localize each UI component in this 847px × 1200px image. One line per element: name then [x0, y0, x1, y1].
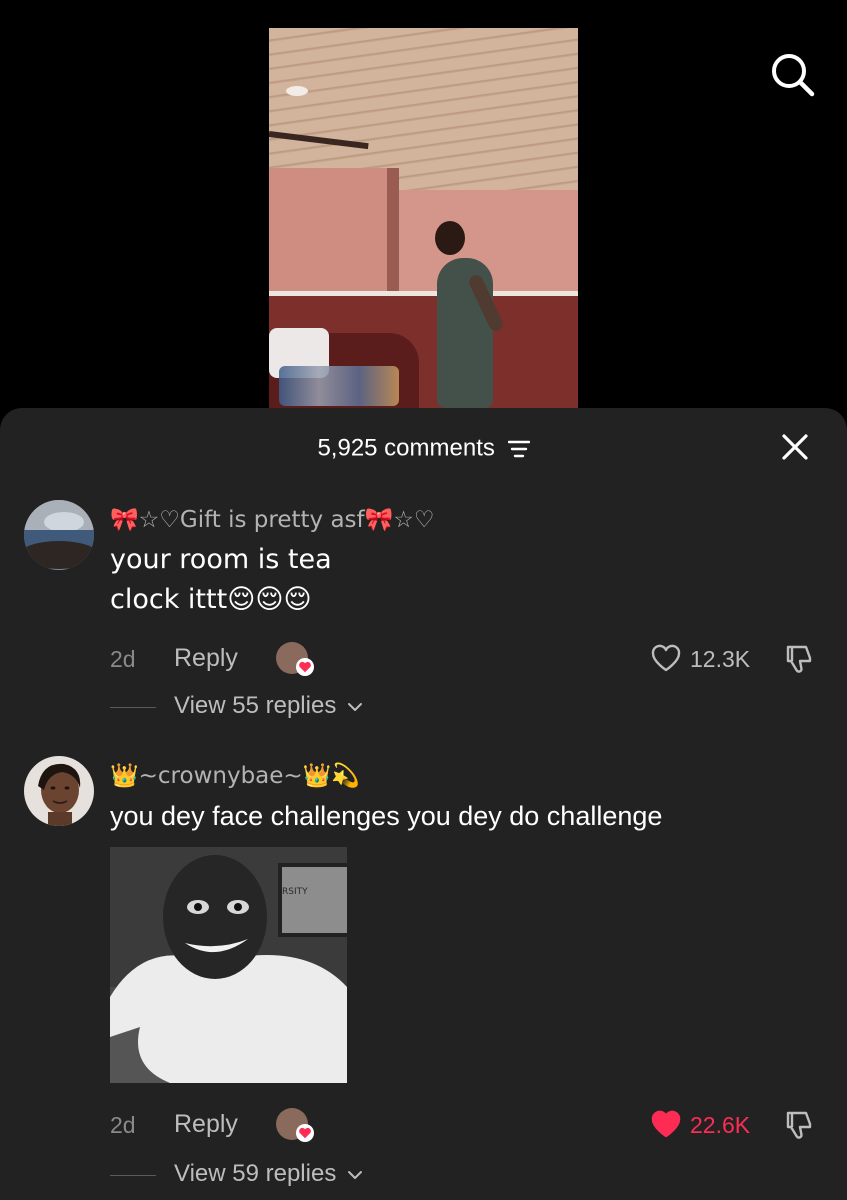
close-icon	[782, 434, 808, 460]
gif-image: RSITY	[110, 847, 347, 1083]
creator-heart-icon	[296, 1124, 314, 1142]
view-replies-button[interactable]: View 59 replies	[110, 1158, 510, 1192]
heart-icon	[651, 644, 681, 672]
view-replies-label: View 55 replies	[174, 692, 337, 719]
person-head	[435, 221, 465, 255]
comment-text: you dey face challenges you dey do chall…	[110, 801, 663, 831]
avatar-image	[24, 756, 94, 826]
like-count: 22.6K	[690, 1112, 751, 1138]
view-replies-button[interactable]: View 55 replies	[110, 690, 510, 724]
comment-time: 2d	[110, 1112, 136, 1138]
search-button[interactable]	[768, 50, 816, 98]
doorway	[387, 168, 399, 298]
comment-meta-row: 2d Reply 22.6K	[110, 1106, 820, 1146]
reply-button[interactable]: Reply	[174, 1110, 238, 1139]
like-button[interactable]: 12.3K	[650, 642, 762, 676]
chevron-down-icon	[348, 1170, 362, 1179]
comment-username[interactable]: 🎀☆♡Gift is pretty asf🎀☆♡	[110, 506, 435, 533]
comment-gif[interactable]: RSITY	[110, 847, 347, 1083]
clutter	[279, 366, 399, 406]
comment-time: 2d	[110, 646, 136, 672]
thumbs-down-icon[interactable]	[782, 1108, 816, 1142]
ceiling-light	[286, 86, 308, 96]
filter-icon[interactable]	[507, 439, 530, 459]
thumbs-down-icon[interactable]	[782, 642, 816, 676]
comments-count: 5,925 comments	[317, 434, 495, 462]
comment-username[interactable]: 👑~crownybae~👑💫	[110, 762, 360, 789]
comments-sheet: 5,925 comments 🎀☆♡Gift is pretty asf🎀☆♡ …	[0, 408, 847, 1200]
close-button[interactable]	[778, 430, 812, 464]
wall	[269, 168, 389, 308]
comments-header: 5,925 comments	[0, 432, 847, 465]
reply-button[interactable]: Reply	[174, 644, 238, 673]
video-preview[interactable]	[269, 28, 578, 408]
like-button[interactable]: 22.6K	[650, 1108, 762, 1142]
heart-icon	[651, 1110, 681, 1138]
search-icon	[772, 54, 815, 97]
creator-heart-icon	[296, 658, 314, 676]
divider	[110, 707, 156, 708]
chevron-down-icon	[348, 702, 362, 711]
avatar[interactable]	[24, 500, 94, 570]
gif-watermark: RSITY	[282, 887, 308, 897]
comment-meta-row: 2d Reply 12.3K	[110, 640, 820, 680]
view-replies-label: View 59 replies	[174, 1160, 337, 1187]
comment-text: your room is tea	[110, 544, 332, 575]
avatar[interactable]	[24, 756, 94, 826]
comment-text: clock ittt😌😌😌	[110, 584, 312, 615]
person-body	[437, 258, 493, 408]
like-count: 12.3K	[690, 646, 751, 672]
divider	[110, 1175, 156, 1176]
avatar-image	[24, 500, 94, 570]
